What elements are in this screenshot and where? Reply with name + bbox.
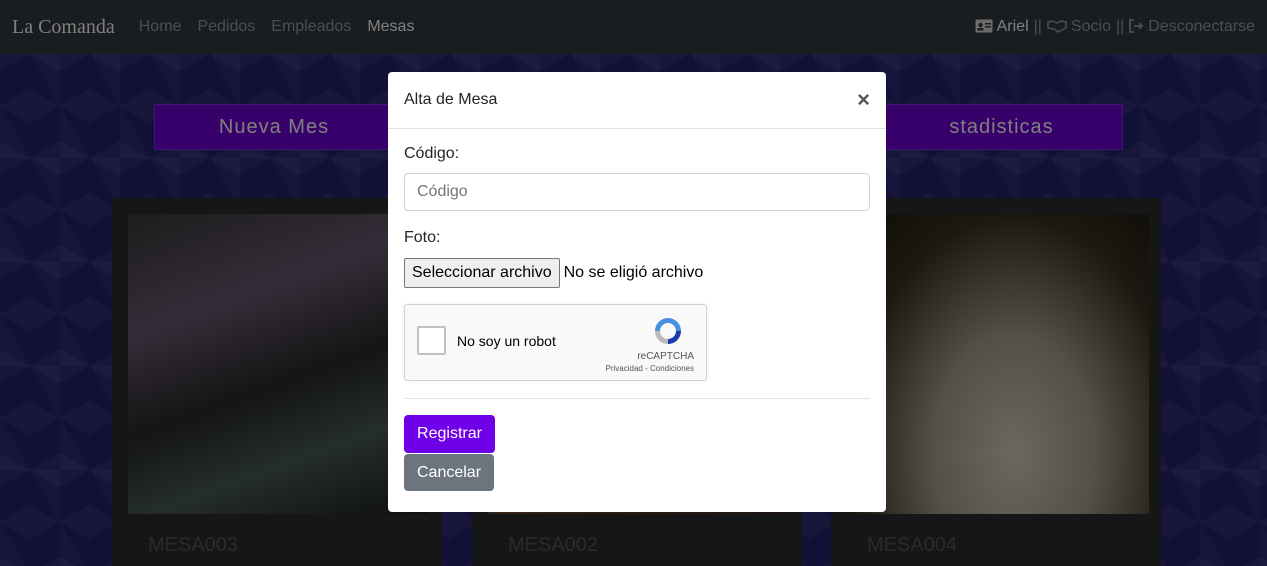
recaptcha-icon	[652, 315, 684, 352]
alta-mesa-modal: Alta de Mesa × Código: Foto: Seleccionar…	[388, 72, 886, 512]
file-status: No se eligió archivo	[563, 264, 704, 281]
recaptcha-widget: No soy un robot reCAPTCHA Privacidad - C…	[404, 304, 707, 381]
codigo-label: Código:	[404, 145, 460, 162]
file-input: Seleccionar archivo No se eligió archivo	[404, 258, 870, 288]
close-icon[interactable]: ×	[857, 88, 870, 112]
captcha-checkbox[interactable]	[417, 326, 446, 355]
register-button[interactable]: Registrar	[404, 415, 495, 453]
captcha-links[interactable]: Privacidad - Condiciones	[574, 364, 695, 373]
cancel-button[interactable]: Cancelar	[404, 454, 494, 491]
foto-label: Foto:	[404, 229, 441, 246]
modal-header: Alta de Mesa	[388, 72, 886, 129]
codigo-input[interactable]	[404, 173, 870, 211]
captcha-label: No soy un robot	[457, 333, 556, 349]
modal-title: Alta de Mesa	[404, 91, 498, 108]
modal-actions: Registrar Cancelar	[404, 399, 870, 491]
captcha-brand: reCAPTCHA	[637, 351, 694, 362]
modal-body: Código: Foto: Seleccionar archivo No se …	[388, 129, 886, 507]
file-select-button[interactable]: Seleccionar archivo	[404, 258, 560, 288]
